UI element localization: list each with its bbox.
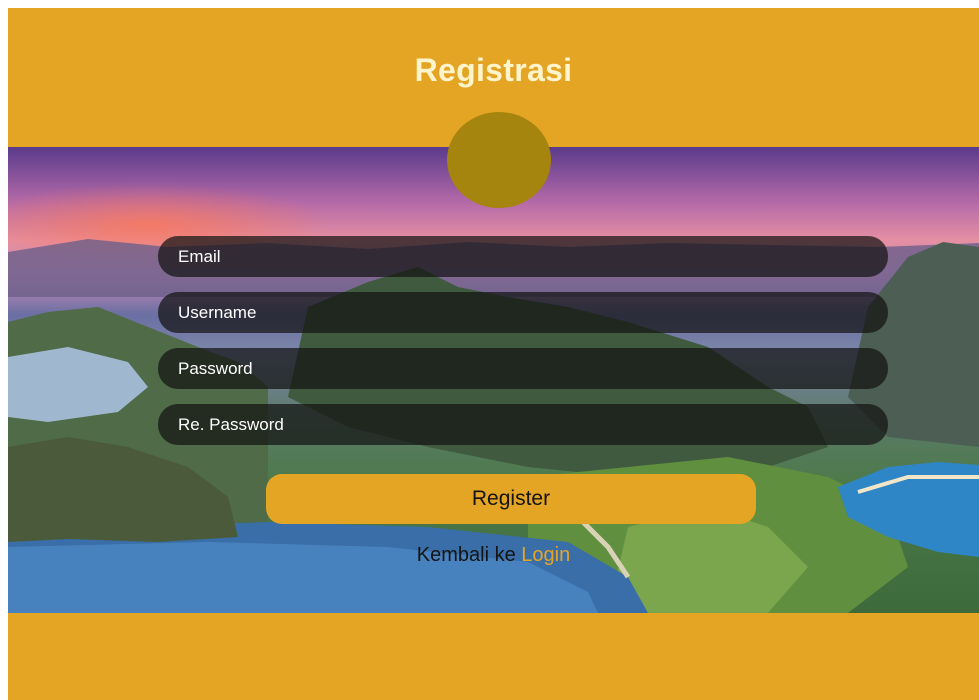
username-field[interactable]: Username: [158, 292, 888, 333]
profile-avatar-icon: [447, 112, 551, 208]
back-to-login: Kembali ke Login: [8, 544, 979, 567]
app-frame: Registrasi Email Username Password Re. P…: [8, 8, 979, 700]
register-button[interactable]: Register: [266, 474, 756, 524]
login-link[interactable]: Login: [521, 544, 570, 566]
repassword-field[interactable]: Re. Password: [158, 404, 888, 445]
page-title: Registrasi: [414, 52, 573, 88]
email-field[interactable]: Email: [158, 236, 888, 277]
back-text: Kembali ke: [416, 544, 516, 566]
password-field[interactable]: Password: [158, 348, 888, 389]
